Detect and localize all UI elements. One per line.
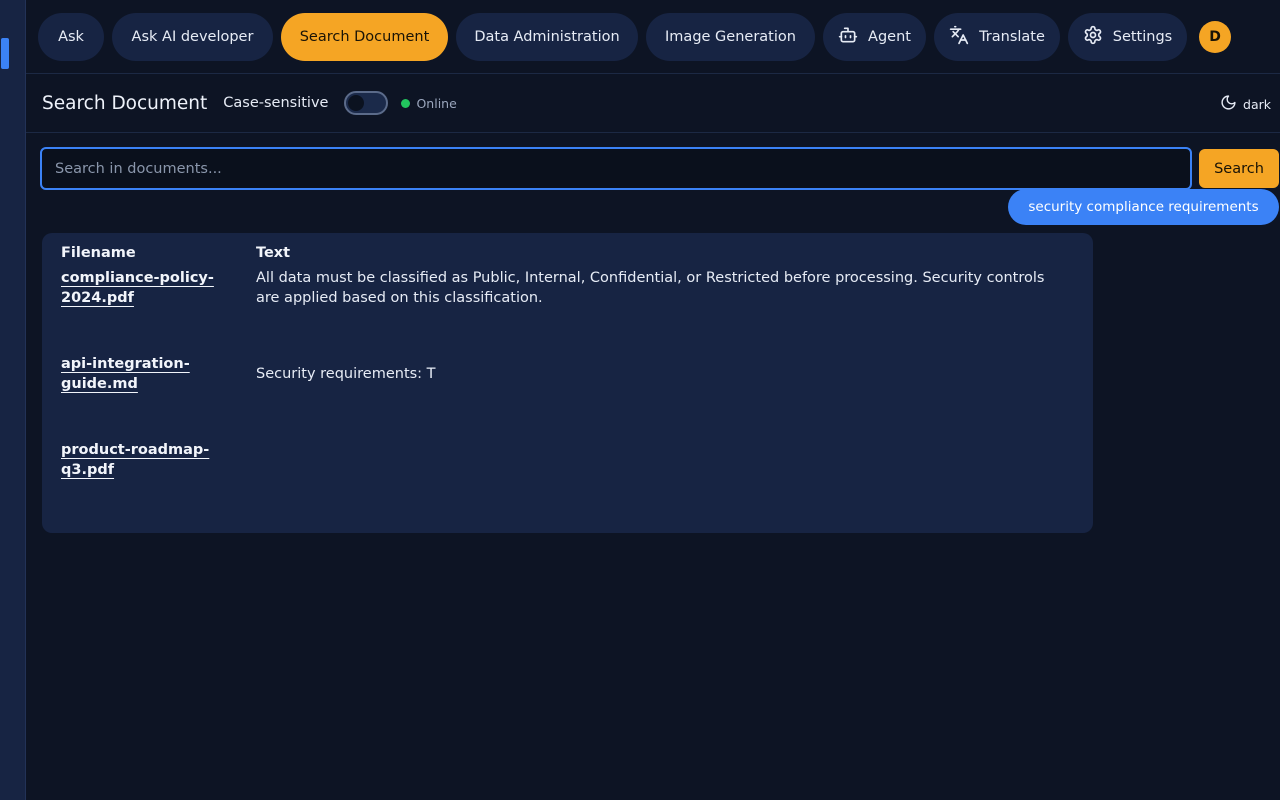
search-input[interactable] [40,147,1192,190]
search-button[interactable]: Search [1199,149,1279,188]
moon-icon [1220,94,1237,114]
online-status-dot [401,98,411,108]
theme-label: dark [1243,96,1271,112]
column-header-text: Text [256,245,291,261]
nav-translate-button[interactable]: Translate [934,12,1060,61]
column-header-filename: Filename [61,245,136,261]
case-sensitive-toggle[interactable] [344,91,389,115]
nav-ask-label: Ask [58,28,84,45]
nav-search-document-button[interactable]: Search Document [281,12,448,61]
result-filename-link[interactable]: compliance-policy-2024.pdf [61,268,231,308]
page-header: Search Document Case-sensitive Online da… [26,74,1280,133]
gear-icon [1083,25,1103,49]
user-avatar[interactable]: D [1199,20,1231,53]
nav-data-administration-button[interactable]: Data Administration [456,12,638,61]
case-sensitive-label: Case-sensitive [223,95,329,111]
nav-ask-button[interactable]: Ask [38,12,104,61]
online-status-text: Online [416,95,457,111]
search-suggestion-chip[interactable]: security compliance requirements [1008,189,1279,225]
left-rail [0,0,26,800]
nav-settings-label: Settings [1112,28,1173,45]
robot-icon [838,25,858,49]
rail-active-indicator[interactable] [1,38,9,69]
toggle-knob [348,95,365,111]
results-table: Filename Text compliance-policy-2024.pdf… [42,233,1093,533]
nav-image-generation-label: Image Generation [665,28,796,45]
nav-ask-ai-developer-label: Ask AI developer [131,28,254,45]
translate-icon [949,25,969,49]
result-text: Security requirements: T [256,366,436,382]
nav-agent-button[interactable]: Agent [823,12,926,61]
nav-translate-label: Translate [979,28,1045,45]
page-title: Search Document [42,92,208,114]
nav-agent-label: Agent [868,28,911,45]
result-filename-link[interactable]: product-roadmap-q3.pdf [61,440,231,480]
nav-ask-ai-developer-button[interactable]: Ask AI developer [112,12,273,61]
nav-search-document-label: Search Document [299,28,430,45]
nav-image-generation-button[interactable]: Image Generation [646,12,815,61]
theme-toggle[interactable]: dark [1220,94,1271,114]
top-navigation: Ask Ask AI developer Search Document Dat… [26,0,1280,74]
result-text: All data must be classified as Public, I… [256,270,1045,306]
nav-settings-button[interactable]: Settings [1068,12,1187,61]
result-filename-link[interactable]: api-integration-guide.md [61,354,231,394]
app-root: Ask Ask AI developer Search Document Dat… [0,0,1280,800]
nav-data-administration-label: Data Administration [474,28,620,45]
